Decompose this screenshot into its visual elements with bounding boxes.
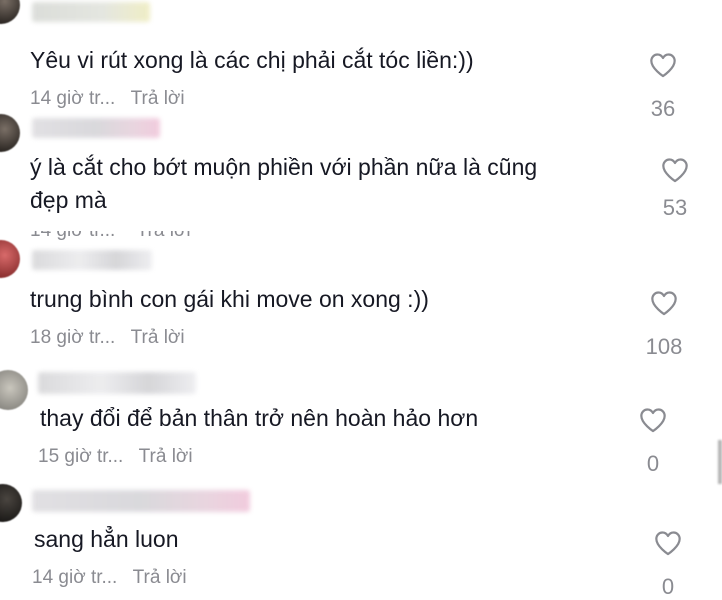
reply-button[interactable]: Trả lời	[133, 567, 187, 588]
reply-button[interactable]: Trả lời	[137, 231, 191, 241]
comment-meta: 15 giờ tr... Trả lời	[38, 446, 193, 468]
heart-outline-icon	[655, 531, 681, 556]
edge-shadow	[718, 440, 722, 484]
comment-meta: 14 giờ tr... Trả lời	[30, 88, 185, 110]
like-button[interactable]: 53	[640, 157, 710, 221]
comment-meta: 14 giờ tr... Trả lời	[30, 231, 191, 241]
avatar[interactable]	[0, 370, 28, 410]
comment-text: trung bình con gái khi move on xong :))	[30, 286, 429, 312]
comment-text: sang hẳn luon	[34, 526, 179, 552]
comment-meta: 18 giờ tr... Trả lời	[30, 327, 185, 349]
heart-outline-icon	[651, 291, 677, 316]
username-blurred[interactable]	[32, 118, 160, 138]
avatar[interactable]	[0, 484, 22, 522]
like-button[interactable]: 36	[628, 52, 698, 122]
like-count: 53	[662, 195, 688, 220]
username-blurred[interactable]	[32, 250, 152, 270]
username-blurred[interactable]	[38, 372, 196, 394]
like-button[interactable]: 0	[633, 530, 703, 600]
like-count: 108	[645, 334, 683, 359]
reply-button[interactable]: Trả lời	[131, 327, 185, 348]
comment-text-line-2: đẹp mà	[30, 187, 107, 213]
comment-text: Yêu vi rút xong là các chị phải cắt tóc …	[30, 47, 474, 73]
heart-outline-icon	[650, 53, 676, 78]
avatar[interactable]	[0, 0, 20, 24]
comment-time: 14 giờ tr...	[30, 231, 115, 241]
comment-meta: 14 giờ tr... Trả lời	[32, 567, 187, 589]
like-count: 0	[661, 574, 675, 599]
comment-time: 14 giờ tr...	[32, 567, 118, 588]
avatar[interactable]	[0, 240, 20, 278]
comment-time: 15 giờ tr...	[38, 446, 124, 467]
comment-text-line-1: ý là cắt cho bớt muộn phiền với phần nữa…	[30, 154, 538, 180]
heart-outline-icon	[640, 408, 666, 433]
like-button[interactable]: 108	[629, 290, 699, 360]
like-button[interactable]: 0	[618, 407, 688, 477]
reply-button[interactable]: Trả lời	[131, 88, 185, 109]
heart-outline-icon	[662, 158, 688, 183]
avatar[interactable]	[0, 114, 20, 152]
username-blurred[interactable]	[32, 490, 250, 512]
like-count: 36	[650, 96, 676, 121]
comment-time: 14 giờ tr...	[30, 88, 116, 109]
comment-time: 18 giờ tr...	[30, 327, 116, 348]
username-blurred[interactable]	[32, 2, 150, 22]
comment-text: thay đổi để bản thân trở nên hoàn hảo hơ…	[40, 405, 479, 431]
reply-button[interactable]: Trả lời	[139, 446, 193, 467]
like-count: 0	[646, 451, 660, 476]
